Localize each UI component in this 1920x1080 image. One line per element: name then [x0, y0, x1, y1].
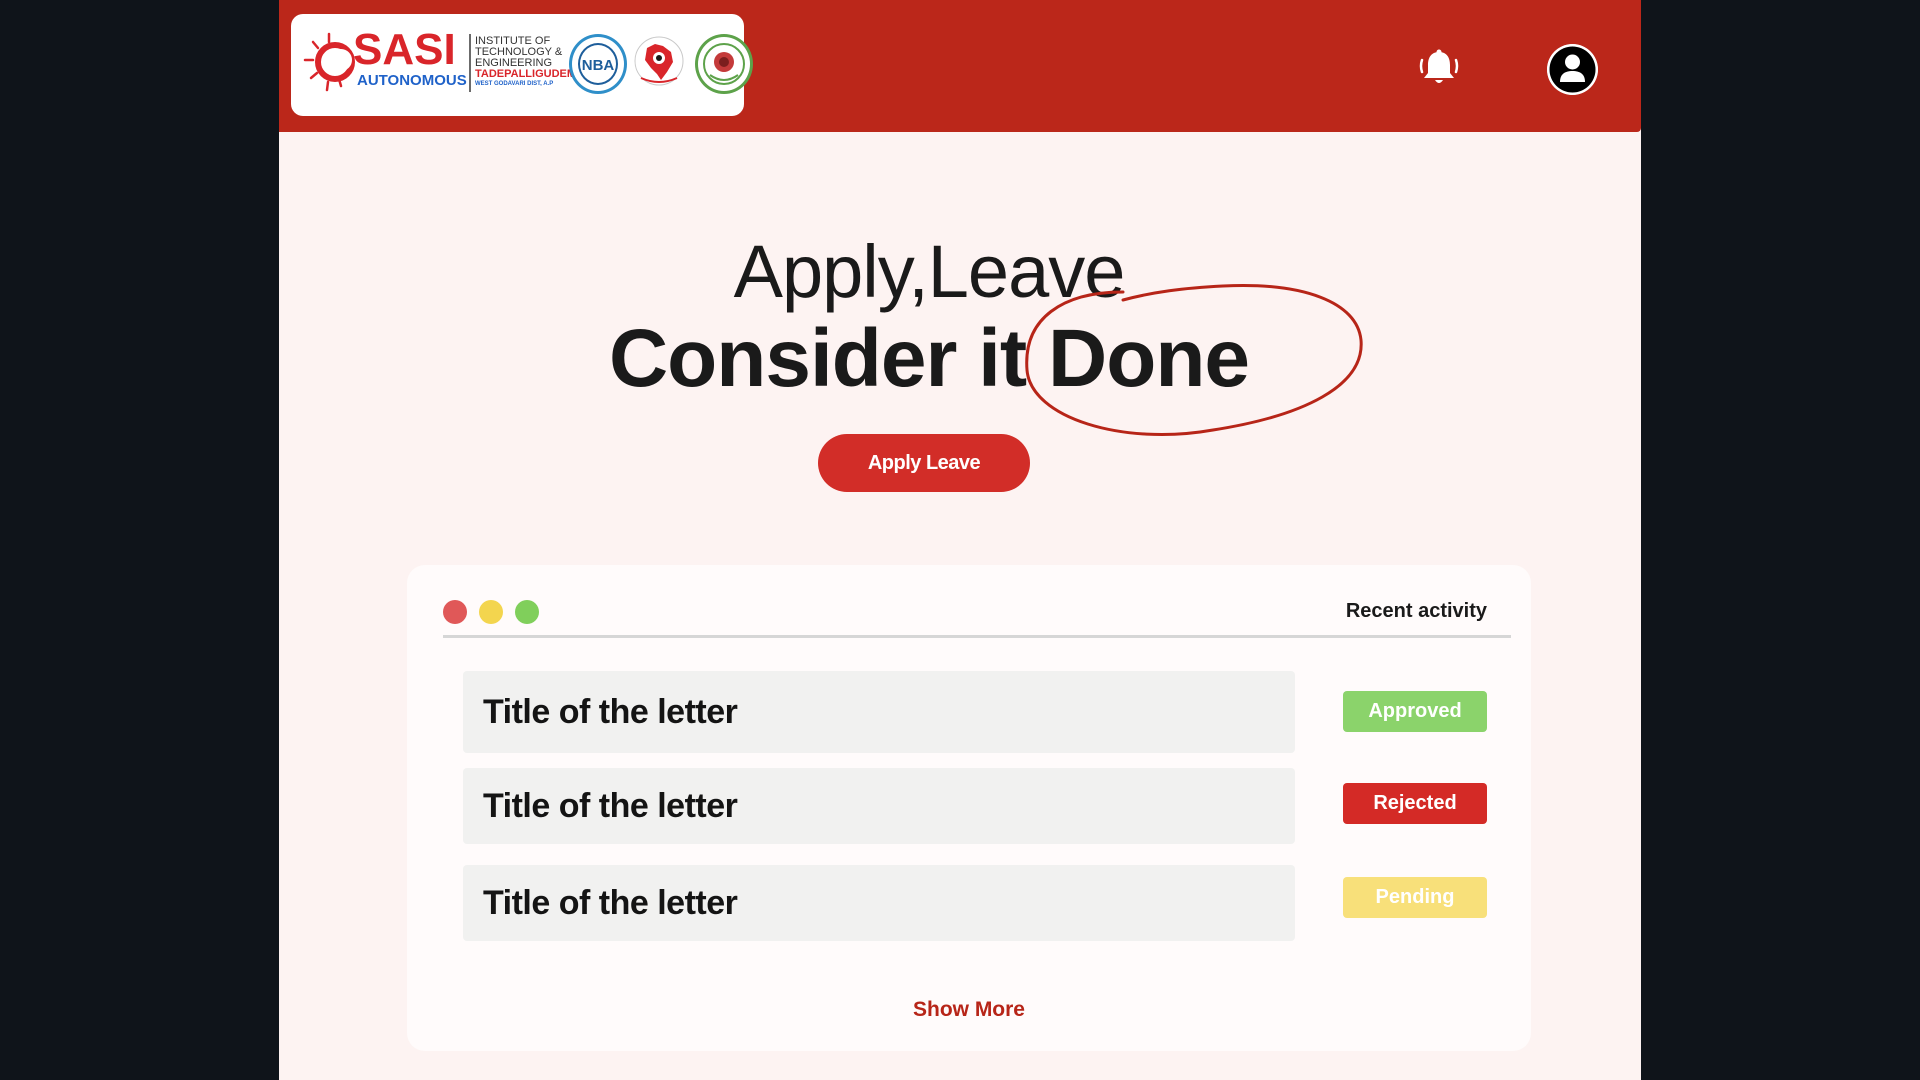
- letter-title: Title of the letter: [483, 692, 738, 731]
- institute-district: WEST GODAVARI DIST, A.P: [475, 81, 554, 87]
- hand-drawn-circle-icon: [1025, 284, 1363, 437]
- activity-row[interactable]: Title of the letter: [463, 768, 1295, 844]
- user-icon[interactable]: [1547, 44, 1598, 95]
- top-header: SASI AUTONOMOUS INSTITUTE OF TECHNOLOGY …: [279, 0, 1641, 132]
- letter-title: Title of the letter: [483, 883, 738, 922]
- hero-heading-line-1: Apply,Leave: [733, 230, 1126, 313]
- window-dot-red: [443, 600, 467, 624]
- app-page: SASI AUTONOMOUS INSTITUTE OF TECHNOLOGY …: [279, 0, 1641, 1080]
- university-seal-icon: [695, 34, 753, 94]
- card-divider: [443, 635, 1511, 638]
- activity-row[interactable]: Title of the letter: [463, 671, 1295, 753]
- apply-leave-button[interactable]: Apply Leave: [818, 434, 1030, 492]
- status-badge-pending: Pending: [1343, 877, 1487, 918]
- logo-subtitle: AUTONOMOUS: [357, 72, 467, 89]
- sun-logo-icon: [303, 32, 355, 92]
- nba-badge-label: NBA: [578, 43, 618, 85]
- show-more-link[interactable]: Show More: [407, 997, 1531, 1023]
- college-logo[interactable]: SASI AUTONOMOUS INSTITUTE OF TECHNOLOGY …: [291, 14, 753, 116]
- bell-icon[interactable]: [1417, 48, 1461, 88]
- window-dot-yellow: [479, 600, 503, 624]
- window-dot-green: [515, 600, 539, 624]
- logo-institute-text: INSTITUTE OF TECHNOLOGY & ENGINEERING TA…: [475, 36, 577, 88]
- recent-activity-card: Recent activity Title of the letter Appr…: [407, 565, 1531, 1051]
- status-badge-rejected: Rejected: [1343, 783, 1487, 824]
- letter-title: Title of the letter: [483, 786, 738, 825]
- status-badge-approved: Approved: [1343, 691, 1487, 732]
- hero-heading-prefix: Consider it: [608, 313, 1049, 404]
- logo-divider: [469, 34, 471, 92]
- logo-name: SASI: [353, 25, 456, 74]
- institute-location: TADEPALLIGUDEM: [475, 68, 577, 80]
- hero-heading-line-2: Consider it Done: [279, 312, 1579, 406]
- india-emblem-icon: [633, 34, 685, 88]
- activity-row[interactable]: Title of the letter: [463, 865, 1295, 941]
- recent-activity-title: Recent activity: [1345, 600, 1487, 622]
- nba-badge-icon: NBA: [569, 34, 627, 94]
